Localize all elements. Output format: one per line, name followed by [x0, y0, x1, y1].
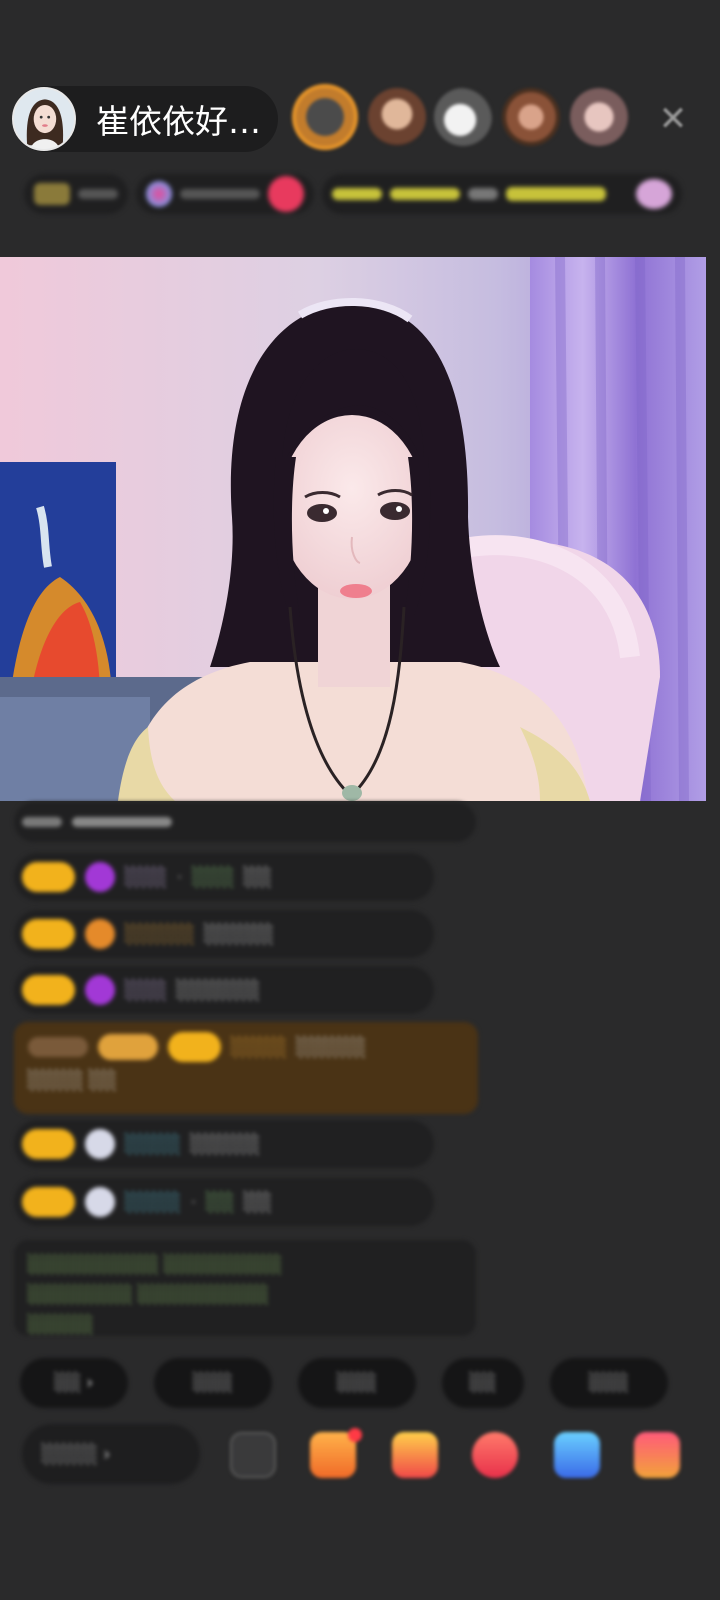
activity-text-2 — [390, 188, 460, 200]
chat-message[interactable] — [14, 802, 476, 842]
chat-message[interactable]: ░░░░ · ░░ ░░ — [14, 1178, 434, 1226]
chat-user: ░░░░░ — [125, 923, 195, 945]
chat-text: ░░ — [244, 1191, 272, 1213]
rank-badge[interactable] — [24, 174, 128, 214]
chat-user: ░░░░ — [125, 1133, 181, 1155]
rank-icon — [34, 183, 70, 205]
chat-highlight-body: ░░░░ ░░ — [28, 1070, 117, 1091]
heart-icon — [268, 176, 304, 212]
chat-user: ░░░░ — [125, 1191, 181, 1213]
chat-user: ░░░ — [125, 866, 167, 888]
fans-text — [180, 189, 260, 199]
red-packet-icon[interactable] — [392, 1432, 438, 1478]
chat-message-highlight[interactable]: ░░░░ ░░░░░ ░░░░ ░░ — [14, 1022, 478, 1114]
chat-text: ░░░░░ — [296, 1036, 366, 1058]
rank-text — [78, 189, 118, 199]
chat-separator: · — [176, 866, 183, 888]
chat-message[interactable]: ░░░░ ░░░░░ — [14, 1120, 434, 1168]
viewer-avatar-4[interactable] — [502, 88, 560, 146]
fan-badge-icon — [85, 919, 116, 949]
fans-icon — [146, 181, 172, 207]
chat-message[interactable]: ░░░ · ░░░ ░░ — [14, 853, 434, 901]
viewer-avatar-3[interactable] — [434, 88, 492, 146]
quick-phrase-chip[interactable]: ░░░ — [154, 1358, 272, 1408]
chat-highlight-header: ░░░░ ░░░░░ — [28, 1032, 366, 1062]
viewer-avatar-2[interactable] — [368, 88, 426, 146]
quick-phrase-chip[interactable]: ░░░ — [550, 1358, 668, 1408]
gift-box-icon[interactable] — [310, 1428, 362, 1478]
level-badge — [22, 1129, 76, 1159]
chat-mention: ░░░ — [192, 866, 235, 888]
chat-mention: ░░ — [206, 1191, 235, 1213]
badge-icon — [85, 1187, 116, 1217]
activity-text-4 — [506, 187, 606, 201]
fans-badge[interactable] — [136, 174, 314, 214]
chat-text: ░░░░░ — [190, 1133, 260, 1155]
live-video[interactable] — [0, 257, 706, 801]
chat-text — [72, 817, 172, 827]
chat-user: ░░░ — [125, 979, 167, 1001]
level-badge — [168, 1032, 222, 1062]
host-info-pill[interactable]: 崔依依好… — [12, 86, 278, 152]
chat-text: ░░░░░░ — [176, 979, 260, 1001]
quick-phrase-chip[interactable]: ░░ › — [20, 1358, 128, 1408]
badge-icon — [85, 1129, 116, 1159]
quick-phrase-row: ░░ › ░░░ ░░░ ░░ ░░░ — [20, 1358, 668, 1408]
viewer-avatar-1[interactable] — [292, 84, 358, 150]
notification-dot — [348, 1428, 362, 1442]
chat-message[interactable]: ░░░░░ ░░░░░ — [14, 910, 434, 958]
bottom-bar: ░░░░ › — [0, 1424, 720, 1486]
chat-separator: · — [190, 1191, 197, 1213]
chat-user: ░░░░ — [231, 1036, 287, 1058]
chat-message[interactable]: ░░░ ░░░░░░ — [14, 966, 434, 1014]
system-notice-text: ░░░░░░░░░░ ░░░░░░░░░ ░░░░░░░░ ░░░░░░░░░░ ░… — [28, 1255, 282, 1335]
chat-text: ░░░░░ — [204, 923, 274, 945]
chat-text-continued: ░░░░ ░░ — [28, 1070, 117, 1091]
level-badge — [22, 919, 76, 949]
more-icon[interactable] — [230, 1432, 276, 1478]
activity-banner[interactable] — [322, 174, 682, 214]
level-badge — [22, 975, 76, 1005]
quick-phrase-chip[interactable]: ░░░ — [298, 1358, 416, 1408]
badge-row — [24, 172, 682, 216]
vip-badge — [28, 1037, 88, 1057]
chat-text: ░░ — [244, 866, 272, 888]
host-avatar[interactable] — [12, 87, 76, 151]
activity-text-3 — [468, 188, 498, 200]
level-badge — [22, 1187, 76, 1217]
streamer-video-frame — [0, 257, 706, 801]
activity-text-1 — [332, 188, 382, 200]
lucky-icon[interactable] — [472, 1432, 518, 1478]
diamond-icon — [85, 862, 116, 892]
system-notice: ░░░░░░░░░░ ░░░░░░░░░ ░░░░░░░░ ░░░░░░░░░░ ░… — [14, 1240, 476, 1336]
quick-phrase-chip[interactable]: ░░ — [442, 1358, 524, 1408]
level-badge — [22, 862, 76, 892]
diamond-icon — [85, 975, 116, 1005]
host-name: 崔依依好… — [96, 102, 261, 141]
close-icon[interactable]: ✕ — [655, 101, 691, 137]
noble-badge — [98, 1034, 158, 1060]
gift-icon[interactable] — [634, 1432, 680, 1478]
chat-user — [22, 817, 62, 827]
comment-input[interactable]: ░░░░ › — [22, 1424, 200, 1484]
viewer-avatar-5[interactable] — [570, 88, 628, 146]
activity-icon — [636, 179, 672, 209]
game-icon[interactable] — [554, 1432, 600, 1478]
